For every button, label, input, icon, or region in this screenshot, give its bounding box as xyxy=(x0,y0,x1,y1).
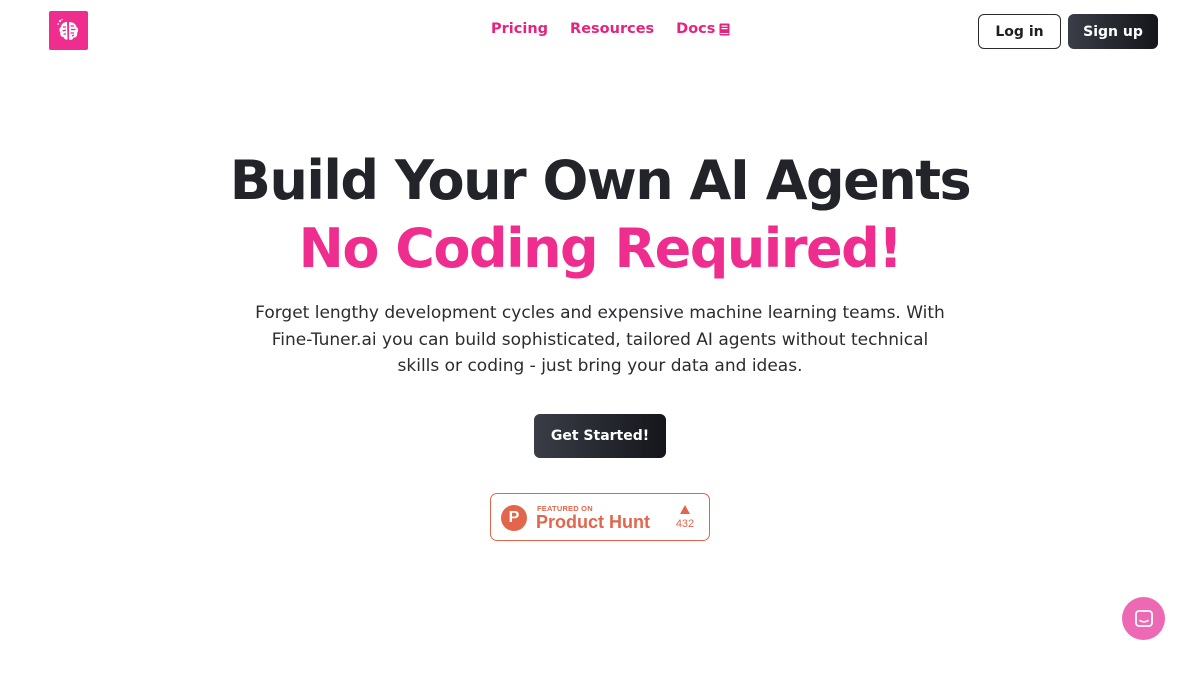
main-nav: Pricing Resources Docs xyxy=(491,21,730,37)
nav-link-label: Resources xyxy=(570,21,655,37)
brain-logo-icon[interactable] xyxy=(49,11,88,50)
hero-title: Build Your Own AI Agents xyxy=(229,149,972,212)
product-hunt-logo-icon: P xyxy=(501,505,527,531)
landing-page: Pricing Resources Docs Log in Sign up Bu… xyxy=(0,0,1200,674)
get-started-button[interactable]: Get Started! xyxy=(534,414,666,458)
nav-link-docs[interactable]: Docs xyxy=(676,21,730,37)
nav-link-label: Pricing xyxy=(491,21,549,37)
product-hunt-name: Product Hunt xyxy=(536,512,650,532)
site-header: Pricing Resources Docs Log in Sign up xyxy=(0,0,1200,62)
product-hunt-logo-letter: P xyxy=(508,509,520,526)
product-hunt-upvote-count: 432 xyxy=(675,518,695,530)
product-hunt-badge[interactable]: P FEATURED ON Product Hunt 432 xyxy=(490,493,710,541)
chat-launcher-button[interactable] xyxy=(1122,597,1165,640)
nav-link-resources[interactable]: Resources xyxy=(570,21,654,37)
hero-accent-title: No Coding Required! xyxy=(298,217,903,280)
nav-link-label: Docs xyxy=(676,21,716,37)
signup-button[interactable]: Sign up xyxy=(1068,14,1158,49)
chat-bubble-icon xyxy=(1134,609,1153,627)
hero-description: Forget lengthy development cycles and ex… xyxy=(255,303,945,376)
book-icon xyxy=(719,23,730,35)
nav-link-pricing[interactable]: Pricing xyxy=(491,21,548,37)
brain-icon xyxy=(56,18,78,40)
login-button[interactable]: Log in xyxy=(978,14,1061,49)
triangle-up-icon xyxy=(680,505,690,514)
